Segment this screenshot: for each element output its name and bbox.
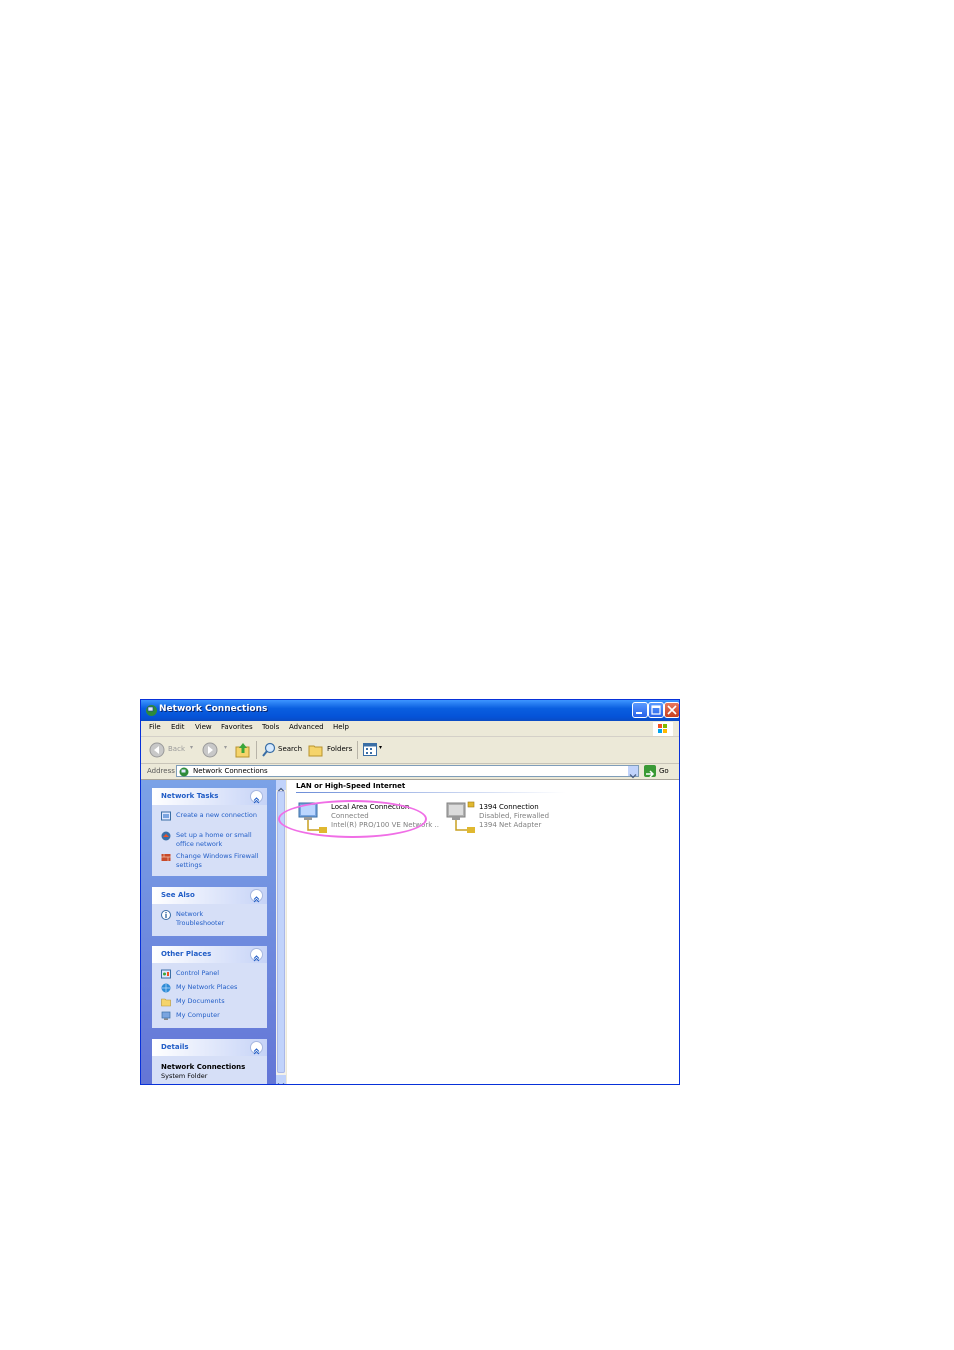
- group-divider: [296, 792, 566, 793]
- network-tasks-panel: Network Tasks Create a new connection Se…: [152, 788, 267, 876]
- toolbar-separator: [357, 741, 358, 759]
- connection-device: 1394 Net Adapter: [479, 821, 542, 829]
- my-documents-link[interactable]: My Documents: [161, 997, 265, 1007]
- sidebar-link-label: Change Windows Firewall settings: [176, 852, 259, 869]
- 1394-connection-icon: [446, 801, 475, 833]
- scroll-up-button[interactable]: [276, 780, 286, 792]
- sidebar-link-label: Create a new connection: [176, 811, 258, 819]
- back-dropdown-icon[interactable]: ▾: [190, 744, 193, 751]
- back-arrow-icon[interactable]: [149, 742, 165, 758]
- group-header: LAN or High-Speed Internet: [296, 782, 406, 790]
- control-panel-icon: [161, 969, 171, 979]
- details-name: Network Connections: [161, 1063, 246, 1071]
- toolbar: Back ▾ ▾ Search Folders ▾: [141, 737, 679, 764]
- home-network-setup-link[interactable]: Set up a home or small office network: [161, 831, 265, 849]
- address-dropdown-button[interactable]: [628, 766, 638, 779]
- collapse-chevron-icon[interactable]: [250, 790, 263, 804]
- home-network-icon: [161, 831, 171, 841]
- close-icon: [667, 705, 677, 715]
- network-connections-icon: [146, 705, 157, 716]
- folders-icon[interactable]: [308, 742, 324, 758]
- toolbar-separator: [256, 741, 257, 759]
- minimize-button[interactable]: [632, 702, 648, 718]
- menu-tools[interactable]: Tools: [262, 723, 279, 731]
- menu-advanced[interactable]: Advanced: [289, 723, 324, 731]
- other-places-header[interactable]: Other Places: [152, 946, 267, 963]
- close-button[interactable]: [664, 702, 679, 718]
- forward-arrow-icon[interactable]: [202, 742, 218, 758]
- address-input[interactable]: Network Connections: [176, 765, 639, 779]
- network-connections-window: Network Connections File Edit View Favor…: [140, 699, 680, 1085]
- my-network-places-link[interactable]: My Network Places: [161, 983, 265, 993]
- computer-icon: [161, 1011, 171, 1020]
- views-icon[interactable]: [363, 743, 377, 756]
- other-places-title: Other Places: [161, 950, 212, 958]
- sidebar-link-label: My Computer: [176, 1011, 220, 1019]
- folder-icon: [161, 998, 171, 1007]
- firewall-icon: [161, 854, 171, 861]
- back-button[interactable]: Back: [168, 745, 185, 753]
- info-icon: [161, 910, 171, 920]
- sidebar-link-label: My Documents: [176, 997, 225, 1005]
- menu-view[interactable]: View: [195, 723, 212, 731]
- details-title: Details: [161, 1043, 189, 1051]
- go-button[interactable]: Go: [659, 767, 669, 775]
- 1394-connection-item[interactable]: 1394 Connection Disabled, Firewalled 139…: [443, 800, 593, 836]
- up-folder-icon[interactable]: [235, 741, 251, 759]
- connection-status: Disabled, Firewalled: [479, 812, 550, 820]
- sidebar-link-label: Set up a home or small office network: [176, 831, 252, 848]
- address-label: Address: [147, 767, 175, 775]
- maximize-button[interactable]: [648, 702, 664, 718]
- chevron-down-icon: [277, 1083, 285, 1084]
- windows-logo-icon: [653, 722, 673, 736]
- collapse-chevron-icon[interactable]: [250, 889, 263, 903]
- scroll-thumb[interactable]: [277, 791, 285, 1073]
- sidebar-link-label: Control Panel: [176, 969, 220, 977]
- address-value: Network Connections: [193, 767, 268, 775]
- sidebar-link-label: Network Troubleshooter: [176, 910, 225, 927]
- scroll-down-button[interactable]: [276, 1075, 286, 1084]
- connection-name: 1394 Connection: [479, 803, 539, 811]
- views-dropdown-icon[interactable]: ▾: [379, 744, 382, 751]
- firewall-settings-link[interactable]: Change Windows Firewall settings: [161, 852, 265, 870]
- menu-help[interactable]: Help: [333, 723, 349, 731]
- maximize-icon: [651, 705, 661, 715]
- menu-favorites[interactable]: Favorites: [221, 723, 253, 731]
- task-pane: Network Tasks Create a new connection Se…: [141, 780, 276, 1084]
- search-icon[interactable]: [261, 742, 277, 758]
- address-bar: Address Network Connections Go: [141, 764, 679, 780]
- go-arrow-icon[interactable]: [644, 765, 656, 778]
- window-title: Network Connections: [159, 704, 268, 714]
- see-also-panel: See Also Network Troubleshooter: [152, 887, 267, 936]
- minimize-icon: [636, 712, 642, 714]
- control-panel-link[interactable]: Control Panel: [161, 969, 265, 979]
- create-new-connection-link[interactable]: Create a new connection: [161, 811, 265, 829]
- forward-dropdown-icon[interactable]: ▾: [224, 744, 227, 751]
- details-type: System Folder: [161, 1072, 208, 1080]
- network-connections-icon: [179, 767, 189, 777]
- see-also-header[interactable]: See Also: [152, 887, 267, 904]
- menu-file[interactable]: File: [149, 723, 161, 731]
- menu-edit[interactable]: Edit: [171, 723, 185, 731]
- network-tasks-header[interactable]: Network Tasks: [152, 788, 267, 805]
- collapse-chevron-icon[interactable]: [250, 1041, 263, 1055]
- details-header[interactable]: Details: [152, 1039, 267, 1056]
- new-connection-icon: [161, 811, 171, 821]
- network-places-icon: [161, 983, 171, 993]
- network-troubleshooter-link[interactable]: Network Troubleshooter: [161, 910, 265, 928]
- collapse-chevron-icon[interactable]: [250, 948, 263, 962]
- title-bar[interactable]: Network Connections: [141, 700, 679, 721]
- network-tasks-title: Network Tasks: [161, 792, 219, 800]
- see-also-title: See Also: [161, 891, 195, 899]
- menu-bar: File Edit View Favorites Tools Advanced …: [141, 721, 679, 737]
- other-places-panel: Other Places Control Panel My Network Pl…: [152, 946, 267, 1028]
- folders-button[interactable]: Folders: [327, 745, 352, 753]
- search-button[interactable]: Search: [278, 745, 302, 753]
- my-computer-link[interactable]: My Computer: [161, 1011, 265, 1021]
- sidebar-link-label: My Network Places: [176, 983, 238, 991]
- highlight-ellipse: [278, 800, 427, 838]
- details-panel: Details Network Connections System Folde…: [152, 1039, 267, 1084]
